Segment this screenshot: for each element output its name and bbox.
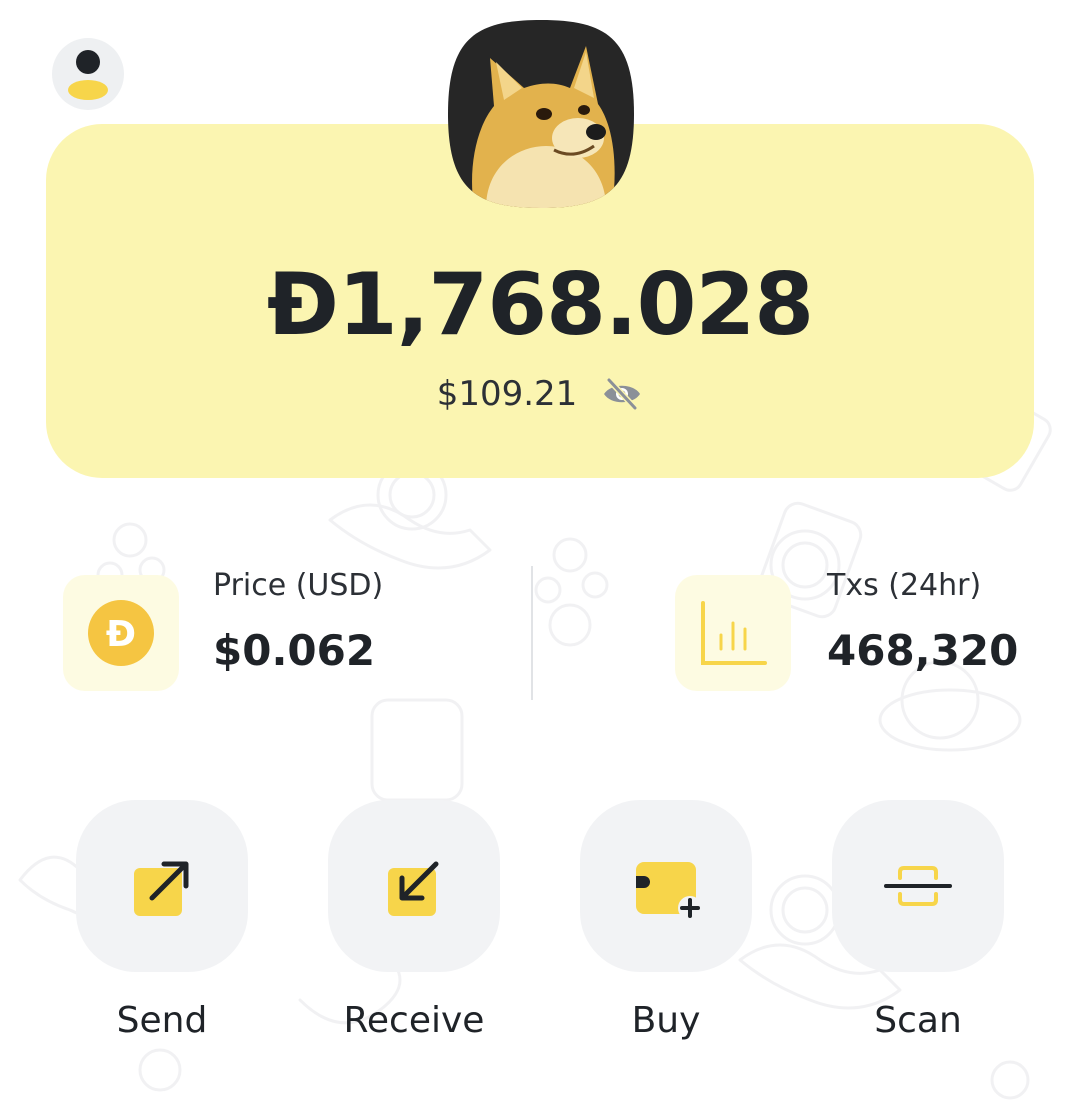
receive-action: Receive	[328, 800, 500, 1041]
transactions-value: 468,320	[827, 626, 1019, 675]
eye-off-icon	[604, 377, 641, 411]
user-icon	[68, 50, 108, 100]
send-arrow-icon	[134, 861, 189, 916]
price-label: Price (USD)	[213, 568, 384, 603]
balance-amount: Đ1,768.028	[266, 255, 814, 355]
scan-label: Scan	[874, 1000, 962, 1041]
bar-chart-icon	[701, 601, 767, 665]
svg-text:Đ: Đ	[106, 614, 136, 655]
doge-avatar-image	[446, 18, 636, 210]
scan-icon	[884, 866, 952, 906]
buy-card-icon	[636, 862, 702, 920]
stats-divider	[531, 566, 533, 700]
send-action: Send	[76, 800, 248, 1041]
scan-action: Scan	[832, 800, 1004, 1041]
toggle-visibility-button[interactable]	[601, 376, 643, 412]
scan-button[interactable]	[832, 800, 1004, 972]
buy-button[interactable]	[580, 800, 752, 972]
receive-button[interactable]	[328, 800, 500, 972]
balance-fiat-value: $109.21	[436, 374, 578, 414]
send-label: Send	[116, 1000, 208, 1041]
buy-action: Buy	[580, 800, 752, 1041]
dogecoin-icon: Đ	[88, 600, 154, 666]
transactions-label: Txs (24hr)	[827, 568, 982, 603]
transactions-icon-tile	[675, 575, 791, 691]
doge-avatar-icon	[448, 20, 634, 208]
balance-fiat-row: $109.21	[0, 374, 1080, 414]
receive-label: Receive	[343, 1000, 485, 1041]
receive-arrow-icon	[388, 861, 439, 916]
send-button[interactable]	[76, 800, 248, 972]
buy-label: Buy	[631, 1000, 701, 1041]
price-value: $0.062	[213, 626, 376, 675]
profile-button[interactable]	[52, 38, 124, 110]
price-icon-tile: Đ	[63, 575, 179, 691]
